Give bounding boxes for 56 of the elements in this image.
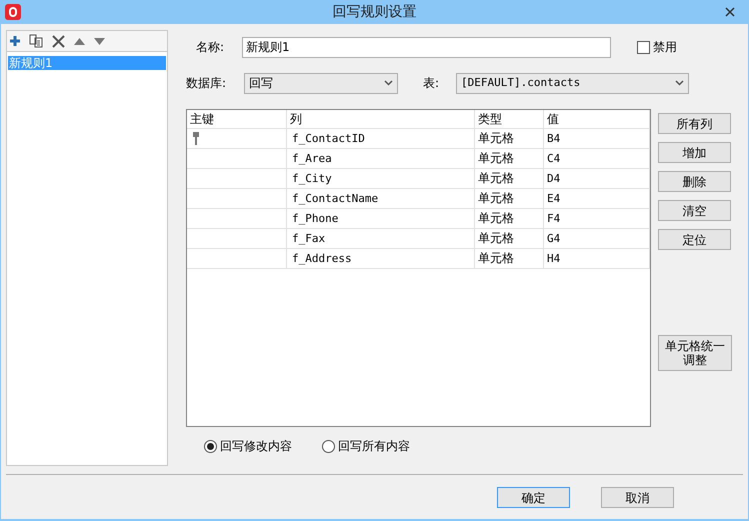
table-cell: 单元格: [475, 229, 544, 248]
table-cell: 单元格: [475, 209, 544, 228]
column-header[interactable]: 主键: [187, 110, 287, 128]
table-cell: E4: [544, 189, 650, 208]
name-field[interactable]: 新规则1: [242, 36, 611, 58]
table-cell: D4: [544, 169, 650, 188]
table-cell: f_ContactID: [287, 129, 475, 148]
radio-label: 回写修改内容: [220, 438, 292, 455]
adjust-button[interactable]: 单元格统一调整: [658, 335, 732, 371]
table-cell: 单元格: [475, 149, 544, 168]
close-icon: [725, 7, 735, 17]
table-cell: 单元格: [475, 189, 544, 208]
dialog-button[interactable]: 取消: [601, 487, 674, 508]
dropdown-caret-icon: [675, 80, 684, 86]
side-button[interactable]: 定位: [658, 229, 731, 250]
delete-icon[interactable]: [52, 34, 65, 48]
checkbox-label: 禁用: [653, 39, 677, 56]
move-up-icon[interactable]: [74, 38, 85, 44]
window-title: 回写规则设置: [332, 2, 416, 22]
move-down-icon[interactable]: [94, 38, 105, 44]
field-label: 名称:: [196, 39, 226, 56]
table-cell: f_City: [287, 169, 475, 188]
disable-checkbox[interactable]: [637, 40, 650, 54]
radio-button[interactable]: [204, 440, 217, 452]
table-cell: C4: [544, 149, 650, 168]
column-header[interactable]: 值: [544, 110, 650, 128]
side-button[interactable]: 所有列: [658, 113, 731, 134]
dropdown-caret-icon: [384, 80, 393, 86]
table-cell: 单元格: [475, 129, 544, 148]
field-label: 表:: [423, 75, 440, 92]
side-button[interactable]: 增加: [658, 142, 731, 163]
dialog-button[interactable]: 确定: [497, 487, 570, 508]
table-cell: H4: [544, 249, 650, 268]
radio-label: 回写所有内容: [338, 438, 410, 455]
column-header[interactable]: 类型: [475, 110, 544, 128]
dropdown-field[interactable]: [DEFAULT].contacts: [456, 72, 689, 94]
table-cell: F4: [544, 209, 650, 228]
column-header[interactable]: 列: [287, 110, 475, 128]
table-cell: f_Address: [287, 249, 475, 268]
table-cell: f_Phone: [287, 209, 475, 228]
table-cell: B4: [544, 129, 650, 148]
copy-icon[interactable]: [29, 34, 43, 48]
side-button[interactable]: 清空: [658, 200, 731, 221]
dropdown-field[interactable]: 回写: [244, 72, 398, 94]
table-cell: 单元格: [475, 169, 544, 188]
table-cell: f_ContactName: [287, 189, 475, 208]
table-cell: f_Area: [287, 149, 475, 168]
radio-button[interactable]: [322, 440, 335, 452]
table-cell: G4: [544, 229, 650, 248]
key-icon: [193, 132, 199, 145]
add-icon[interactable]: [10, 36, 20, 46]
side-button[interactable]: 删除: [658, 171, 731, 192]
table-cell: 单元格: [475, 249, 544, 268]
table-cell: f_Fax: [287, 229, 475, 248]
app-logo-icon: [5, 4, 21, 20]
field-label: 数据库:: [186, 75, 228, 92]
